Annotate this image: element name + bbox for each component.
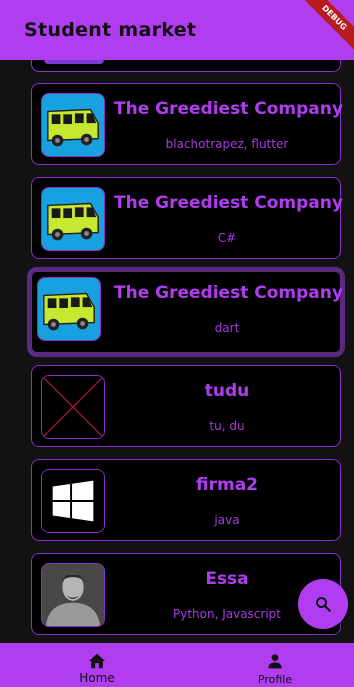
windows-logo-icon	[41, 469, 105, 533]
nav-label-home: Home	[79, 671, 115, 685]
company-card[interactable]: firma2 java	[31, 459, 341, 541]
company-card[interactable]: tudu tu, du	[31, 365, 341, 447]
broken-image-icon	[41, 375, 105, 439]
app-bar: Student market DEBUG	[0, 0, 354, 60]
person-photo	[41, 563, 105, 627]
company-name: The Greediest Company	[114, 193, 343, 213]
company-tags: C#	[217, 231, 237, 245]
company-tags: tu, du	[209, 419, 245, 433]
search-icon	[316, 597, 331, 612]
home-icon	[89, 653, 105, 669]
bus-icon	[41, 93, 105, 157]
app-title: Student market	[24, 19, 197, 41]
company-name: tudu	[204, 381, 250, 401]
bus-icon	[37, 277, 101, 341]
nav-label-profile: Profile	[257, 673, 293, 686]
bottom-navigation: Home Profile	[0, 643, 354, 687]
company-name: firma2	[196, 475, 258, 495]
debug-banner: DEBUG	[292, 0, 354, 60]
person-icon	[268, 654, 282, 669]
company-card[interactable]: The Greediest Company C#	[31, 177, 343, 259]
company-card-selected[interactable]: The Greediest Company dart	[27, 267, 345, 357]
company-card[interactable]: The Greediest Company blachotrapez, flut…	[31, 83, 343, 165]
company-list[interactable]: The Greediest Company blachotrapez, flut…	[0, 60, 354, 643]
search-fab-button[interactable]	[298, 579, 348, 629]
bus-icon	[41, 187, 105, 251]
nav-item-home[interactable]: Home	[37, 643, 157, 687]
company-tags: blachotrapez, flutter	[165, 137, 289, 151]
company-name: The Greediest Company	[114, 99, 343, 119]
company-card[interactable]: Essa Python, Javascript	[31, 553, 341, 635]
company-tags: java	[214, 513, 240, 527]
partial-thumb	[44, 60, 104, 64]
nav-item-profile[interactable]: Profile	[215, 643, 335, 687]
company-tags: dart	[214, 321, 240, 335]
company-name: The Greediest Company	[114, 283, 343, 303]
